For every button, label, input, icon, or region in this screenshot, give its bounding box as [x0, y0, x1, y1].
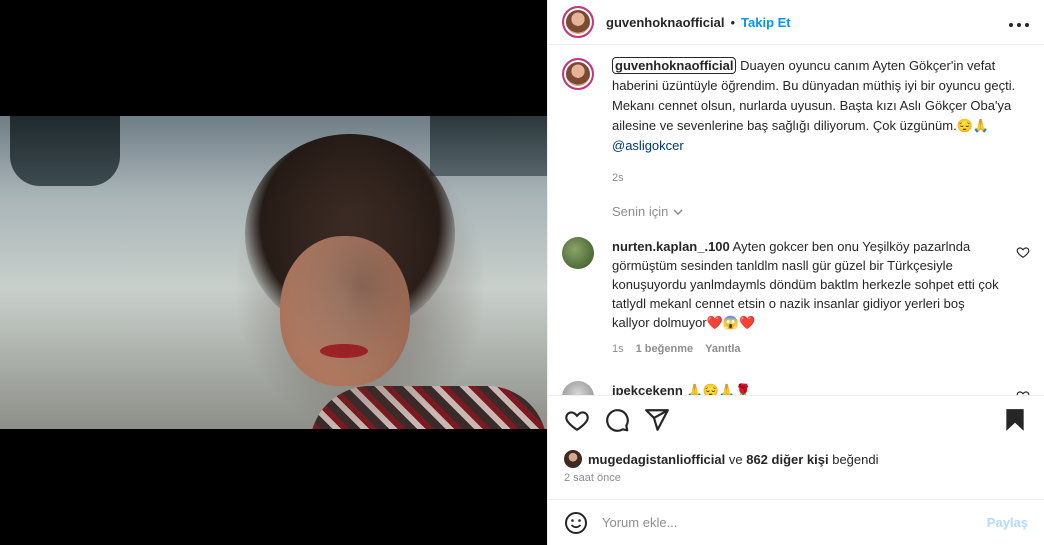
comment-body: nurten.kaplan_.100 Ayten gokcer ben onu …: [612, 237, 1002, 359]
bookmark-icon[interactable]: [1002, 407, 1028, 433]
caption-mention[interactable]: @asligokcer: [612, 138, 684, 153]
post-caption: guvenhoknaofficial Duayen oyuncu canım A…: [562, 56, 1030, 188]
caption-time[interactable]: 2s: [612, 168, 1030, 188]
liker-avatar[interactable]: [564, 450, 582, 468]
share-plane-icon[interactable]: [644, 407, 670, 433]
comment-reply-button[interactable]: Yanıtla: [705, 340, 740, 359]
header-separator: •: [730, 14, 736, 30]
comment-like-heart-icon[interactable]: [1016, 245, 1030, 259]
author-avatar[interactable]: [562, 6, 594, 38]
chevron-down-icon: [673, 208, 683, 215]
more-horizontal-icon[interactable]: [1008, 12, 1030, 33]
comments-list[interactable]: guvenhoknaofficial Duayen oyuncu canım A…: [548, 56, 1044, 395]
action-bar: [548, 395, 1044, 443]
post-photo[interactable]: [0, 116, 547, 429]
caption-username[interactable]: guvenhoknaofficial: [612, 57, 737, 74]
comment-meta: 1s 1 beğenme Yanıtla: [612, 340, 1002, 359]
comment-body: ipekcekenn 🙏😔🙏🌹: [612, 381, 1002, 395]
comment-bubble-icon[interactable]: [604, 407, 630, 433]
likes-count[interactable]: 862 diğer kişi: [746, 452, 828, 467]
photo-shade: [0, 116, 547, 429]
likes-connector: ve: [725, 451, 747, 467]
caption-avatar[interactable]: [562, 58, 594, 90]
author-username[interactable]: guvenhoknaofficial: [606, 15, 724, 30]
post-timestamp[interactable]: 2 saat önce: [564, 472, 621, 484]
post-dialog: guvenhoknaofficial • Takip Et guvenhokna…: [0, 0, 1044, 545]
comment-input[interactable]: [602, 515, 987, 530]
follow-button[interactable]: Takip Et: [741, 15, 791, 30]
comment-item: ipekcekenn 🙏😔🙏🌹: [562, 381, 1030, 395]
comment-likes[interactable]: 1 beğenme: [636, 340, 693, 359]
caption-body: guvenhoknaofficial Duayen oyuncu canım A…: [612, 56, 1030, 188]
commenter-avatar[interactable]: [562, 237, 594, 269]
comment-username[interactable]: ipekcekenn: [612, 383, 683, 395]
post-comment-button[interactable]: Paylaş: [987, 515, 1028, 530]
commenter-avatar[interactable]: [562, 381, 594, 395]
liker-username[interactable]: mugedagistanliofficial: [588, 452, 725, 467]
post-header: guvenhoknaofficial • Takip Et: [548, 0, 1044, 45]
comment-text: 🙏😔🙏🌹: [682, 383, 752, 395]
add-comment-bar: Paylaş: [548, 499, 1044, 545]
comment-username[interactable]: nurten.kaplan_.100: [612, 239, 730, 254]
comment-filter-label: Senin için: [612, 204, 669, 219]
media-panel: [0, 0, 547, 545]
comment-filter[interactable]: Senin için: [612, 204, 1030, 219]
comment-item: nurten.kaplan_.100 Ayten gokcer ben onu …: [562, 237, 1030, 359]
like-heart-icon[interactable]: [564, 407, 590, 433]
likes-suffix: beğendi: [828, 451, 879, 467]
likes-summary: mugedagistanliofficial ve 862 diğer kişi…: [564, 450, 879, 468]
comment-time[interactable]: 1s: [612, 340, 624, 359]
emoji-icon[interactable]: [564, 511, 588, 535]
details-panel: guvenhoknaofficial • Takip Et guvenhokna…: [547, 0, 1044, 545]
